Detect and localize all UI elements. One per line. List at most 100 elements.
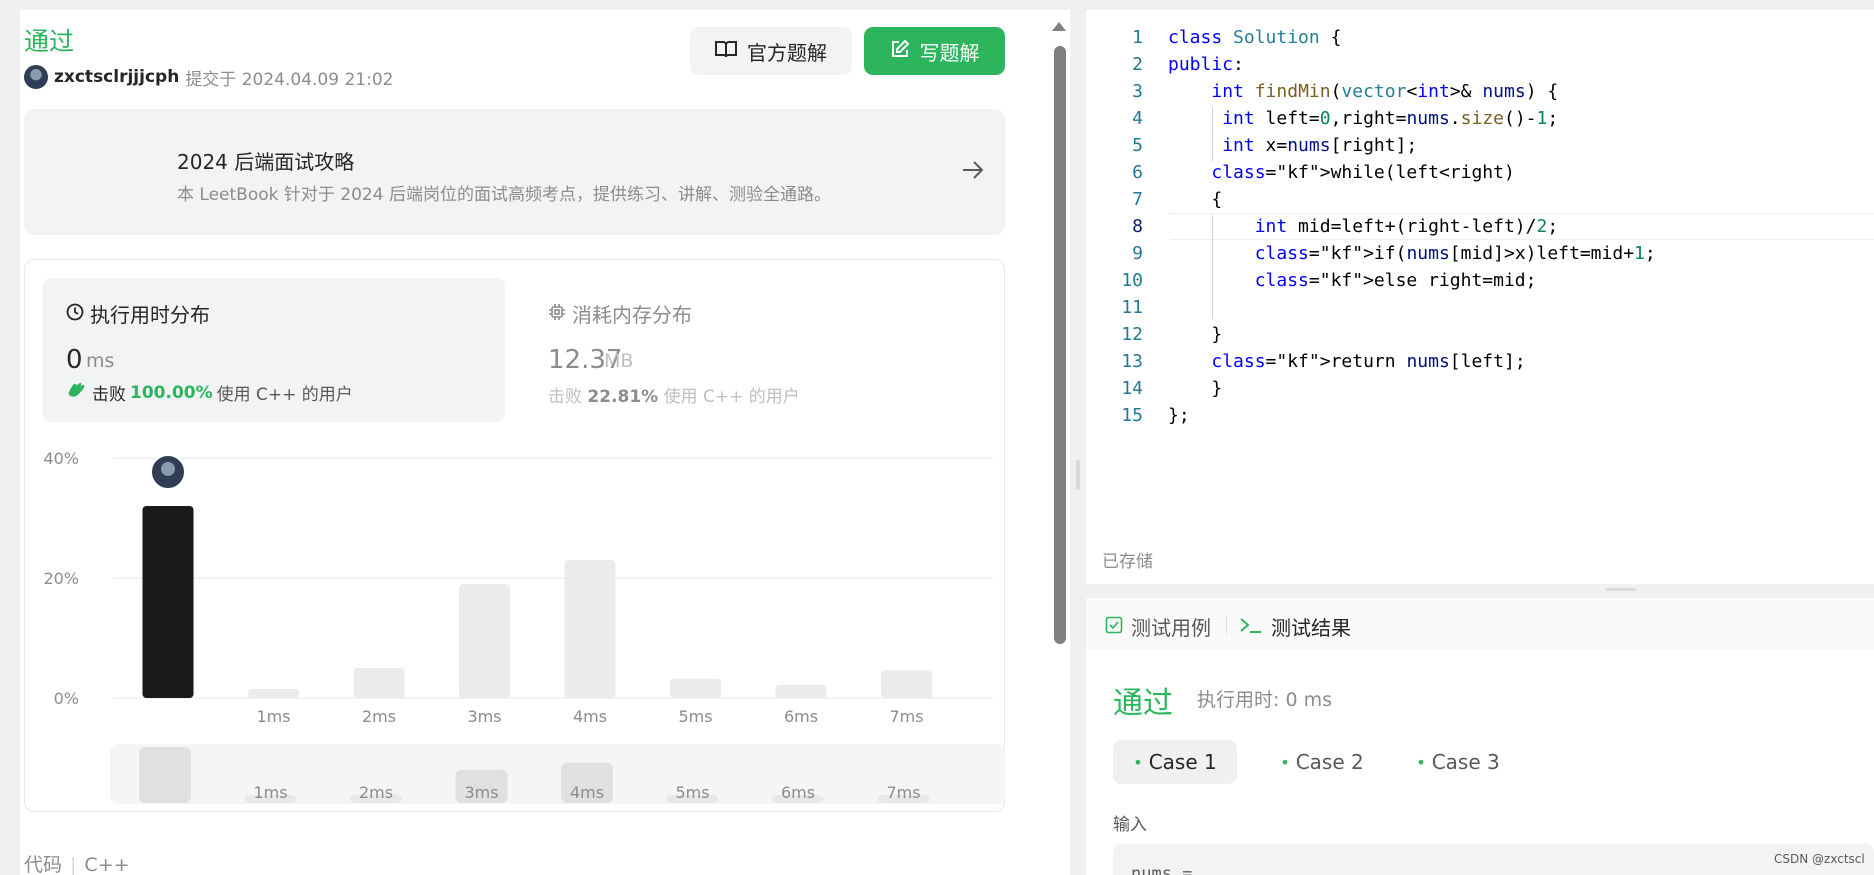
code-lines[interactable]: 1 class Solution { 2 public: 3 int findMin(v…	[1086, 24, 1656, 429]
submission-status: 通过	[24, 27, 75, 56]
code-line[interactable]: 2 public:	[1086, 51, 1244, 78]
edit-icon	[890, 39, 910, 64]
overview-tick-label: 1ms	[253, 783, 287, 802]
case-tab-1[interactable]: • Case 1	[1113, 740, 1237, 784]
chart-bar	[564, 560, 616, 698]
arrow-right-icon[interactable]	[962, 158, 984, 186]
memory-title: 消耗内存分布	[572, 303, 692, 327]
code-label-divider: |	[70, 854, 77, 875]
overview-tick-label: 7ms	[886, 783, 920, 802]
pass-dot-icon: •	[1133, 752, 1143, 772]
line-number: 1	[1132, 27, 1143, 48]
code-text: int mid=left+(right-left)/2;	[1254, 216, 1559, 237]
tab-test-result-label: 测试结果	[1271, 616, 1351, 640]
line-number: 2	[1132, 54, 1143, 75]
tab-test-cases[interactable]: 测试用例	[1105, 612, 1211, 641]
code-line[interactable]: 11	[1086, 294, 1143, 321]
memory-beat: 击败 22.81% 使用 C++ 的用户	[548, 382, 800, 407]
code-label: 代码	[24, 854, 63, 875]
code-line[interactable]: 1 class Solution {	[1086, 24, 1341, 51]
x-tick-label: 6ms	[784, 707, 818, 726]
leetbook-card[interactable]	[24, 109, 1005, 235]
clap-icon	[66, 380, 88, 405]
chart-bar	[775, 684, 827, 698]
memory-tab[interactable]: 消耗内存分布	[548, 299, 692, 328]
write-solution-button[interactable]: 写题解	[864, 27, 1005, 75]
x-tick-label: 7ms	[889, 707, 923, 726]
saved-status: 已存储	[1102, 552, 1153, 572]
case-label: Case 3	[1431, 750, 1500, 774]
overview-tick-label: 4ms	[570, 783, 604, 802]
line-number: 14	[1121, 378, 1143, 399]
code-line[interactable]: 8 int mid=left+(right-left)/2;	[1086, 213, 1558, 240]
code-line[interactable]: 3 int findMin(vector<int>& nums) {	[1086, 78, 1558, 105]
submitter-info: zxctsclrjjjcph 提交于 2024.04.09 21:02	[24, 62, 393, 92]
code-line[interactable]: 9 class="kf">if(nums[mid]>x)left=mid+1;	[1086, 240, 1656, 267]
avatar[interactable]	[24, 65, 48, 89]
case-tab-3[interactable]: • Case 3	[1398, 740, 1518, 784]
line-number: 3	[1132, 81, 1143, 102]
official-solution-label: 官方题解	[747, 40, 827, 65]
watermark: CSDN @zxctscl	[1774, 852, 1865, 866]
line-number: 7	[1132, 189, 1143, 210]
runtime-beat: 击败 100.00% 使用 C++ 的用户	[66, 380, 353, 405]
user-avatar-face	[161, 462, 175, 476]
leetbook-description: 本 LeetBook 针对于 2024 后端岗位的面试高频考点，提供练习、讲解、…	[177, 185, 831, 205]
code-line[interactable]: 10 class="kf">else right=mid;	[1086, 267, 1536, 294]
username[interactable]: zxctsclrjjjcph	[54, 67, 179, 87]
left-scrollbar-thumb[interactable]	[1054, 46, 1066, 644]
checkbox-icon	[1105, 615, 1123, 639]
code-line[interactable]: 12 }	[1086, 321, 1222, 348]
code-text: class Solution {	[1168, 27, 1342, 48]
code-line[interactable]: 5 int x=nums[right];	[1086, 132, 1417, 159]
code-text: int x=nums[right];	[1222, 135, 1418, 156]
x-tick-label: 1ms	[256, 707, 290, 726]
input-preview: nums =	[1131, 864, 1193, 875]
code-text: int left=0,right=nums.size()-1;	[1222, 108, 1559, 129]
write-solution-label: 写题解	[919, 40, 980, 65]
official-solution-button[interactable]: 官方题解	[690, 27, 852, 75]
case-tab-2[interactable]: • Case 2	[1262, 740, 1382, 784]
memory-beat-pct: 22.81%	[587, 387, 659, 407]
code-line[interactable]: 7 {	[1086, 186, 1222, 213]
code-line[interactable]: 13 class="kf">return nums[left];	[1086, 348, 1525, 375]
x-tick-label: 2ms	[362, 707, 396, 726]
horizontal-resizer-grip[interactable]	[1606, 588, 1636, 591]
code-line[interactable]: 6 class="kf">while(left<right)	[1086, 159, 1515, 186]
chart-bar	[670, 678, 721, 698]
chart-bar	[881, 670, 932, 698]
code-text: class="kf">return nums[left];	[1211, 351, 1526, 372]
case-label: Case 2	[1295, 750, 1364, 774]
panel-resizer[interactable]	[1070, 0, 1086, 875]
input-box[interactable]	[1113, 844, 1874, 875]
code-line[interactable]: 15};	[1086, 402, 1189, 429]
tab-divider	[1226, 616, 1227, 634]
chart-bar	[142, 506, 194, 698]
x-tick-label: 4ms	[573, 707, 607, 726]
line-number: 8	[1132, 216, 1143, 237]
code-section-label: 代码 | C++	[24, 850, 130, 875]
tab-test-result[interactable]: 测试结果	[1239, 612, 1351, 641]
code-line[interactable]: 14 }	[1086, 375, 1222, 402]
code-text: class="kf">while(left<right)	[1211, 162, 1515, 183]
memory-beat-prefix: 击败	[548, 387, 582, 407]
submit-time: 提交于 2024.04.09 21:02	[185, 69, 394, 90]
code-text: class="kf">else right=mid;	[1254, 270, 1537, 291]
clock-icon	[66, 302, 84, 326]
y-tick-label: 20%	[43, 569, 79, 588]
runtime-title: 执行用时分布	[90, 303, 210, 327]
chip-icon	[548, 302, 566, 326]
line-number: 5	[1132, 135, 1143, 156]
code-text: {	[1168, 189, 1223, 210]
code-line[interactable]: 4 int left=0,right=nums.size()-1;	[1086, 105, 1558, 132]
book-icon	[715, 39, 737, 63]
overview-bar	[139, 747, 191, 803]
code-text: class="kf">if(nums[mid]>x)left=mid+1;	[1254, 243, 1656, 264]
code-text: }	[1168, 378, 1223, 399]
line-number: 13	[1121, 351, 1143, 372]
scroll-up-arrow[interactable]	[1052, 22, 1066, 31]
runtime-unit: ms	[86, 350, 115, 372]
x-tick-label: 5ms	[678, 707, 712, 726]
code-text: }	[1168, 324, 1223, 345]
resizer-grip[interactable]	[1076, 460, 1080, 490]
